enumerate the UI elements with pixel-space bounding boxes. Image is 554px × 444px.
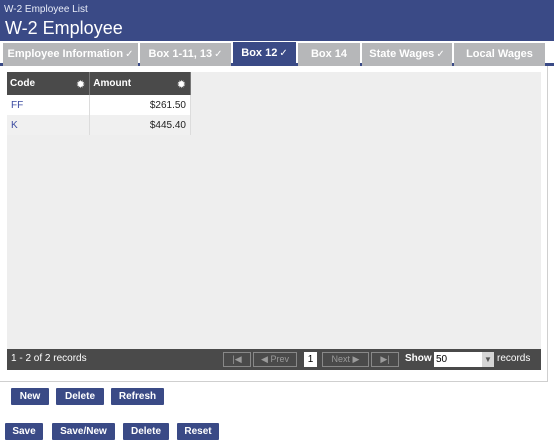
tab-bar: Employee Information ✓ Box 1-11, 13 ✓ Box …	[0, 41, 554, 66]
column-header-label: Amount	[93, 78, 132, 89]
show-label: Show	[405, 353, 432, 364]
column-header-code[interactable]: Code ✹	[7, 72, 91, 95]
table-row[interactable]: K $445.40	[7, 115, 191, 135]
next-icon: ▶	[350, 354, 360, 364]
last-page-button[interactable]: ▶|	[371, 352, 399, 367]
tab-box-1-11-13[interactable]: Box 1-11, 13 ✓	[140, 43, 231, 66]
check-icon: ✓	[214, 49, 223, 60]
page-title: W-2 Employee	[5, 18, 123, 38]
box12-panel: Code ✹ Amount ✹ FF $261.50 K $445.40 1 -…	[0, 66, 548, 405]
first-page-button[interactable]: |◀	[223, 352, 251, 367]
tab-local-wages[interactable]: Local Wages	[454, 43, 545, 66]
column-header-amount[interactable]: Amount ✹	[89, 72, 191, 95]
page-size-select[interactable]: 50 ▼	[434, 352, 494, 367]
grid-area: Code ✹ Amount ✹ FF $261.50 K $445.40	[7, 72, 541, 349]
code-cell[interactable]: K	[7, 115, 91, 135]
check-icon: ✓	[279, 48, 288, 59]
save-button[interactable]: Save	[5, 423, 43, 440]
tab-label: Box 1-11, 13	[148, 48, 213, 60]
amount-cell: $261.50	[89, 95, 191, 115]
column-header-label: Code	[10, 78, 35, 89]
next-page-button[interactable]: Next ▶	[322, 352, 369, 367]
prev-label: Prev	[270, 354, 289, 364]
new-button[interactable]: New	[11, 388, 49, 405]
delete-button[interactable]: Delete	[123, 423, 169, 440]
tab-label: Box 12	[241, 47, 278, 59]
refresh-button[interactable]: Refresh	[111, 388, 164, 405]
page-header: W-2 Employee List W-2 Employee	[0, 0, 554, 41]
breadcrumb[interactable]: W-2 Employee List	[4, 4, 88, 16]
first-page-icon: |◀	[232, 354, 242, 364]
grid-delete-button[interactable]: Delete	[56, 388, 104, 405]
tab-state-wages[interactable]: State Wages ✓	[362, 43, 452, 66]
next-label: Next	[331, 354, 351, 364]
gear-icon[interactable]: ✹	[76, 78, 85, 91]
page-number[interactable]: 1	[304, 352, 317, 367]
tab-box-14[interactable]: Box 14	[298, 43, 360, 66]
dropdown-arrow-icon[interactable]: ▼	[482, 352, 494, 367]
code-cell[interactable]: FF	[7, 95, 91, 115]
pager: 1 - 2 of 2 records |◀ ◀ Prev 1 Next ▶ ▶|…	[7, 349, 541, 370]
gear-icon[interactable]: ✹	[177, 78, 186, 91]
record-count: 1 - 2 of 2 records	[11, 353, 87, 364]
check-icon: ✓	[436, 49, 445, 60]
tab-label: Local Wages	[466, 48, 533, 60]
page-size-value: 50	[436, 354, 448, 365]
box12-grid: Code ✹ Amount ✹ FF $261.50 K $445.40	[7, 72, 191, 135]
save-new-button[interactable]: Save/New	[52, 423, 115, 440]
reset-button[interactable]: Reset	[177, 423, 219, 440]
last-page-icon: ▶|	[380, 354, 390, 364]
records-label: records	[497, 353, 531, 364]
tab-box-12[interactable]: Box 12 ✓	[233, 42, 296, 66]
tab-label: Employee Information	[7, 48, 124, 60]
amount-cell: $445.40	[89, 115, 191, 135]
tab-employee-information[interactable]: Employee Information ✓	[3, 43, 138, 66]
prev-page-button[interactable]: ◀ Prev	[253, 352, 297, 367]
tab-label: Box 14	[310, 48, 348, 60]
tab-label: State Wages	[369, 48, 435, 60]
table-row[interactable]: FF $261.50	[7, 95, 191, 115]
check-icon: ✓	[125, 49, 134, 60]
